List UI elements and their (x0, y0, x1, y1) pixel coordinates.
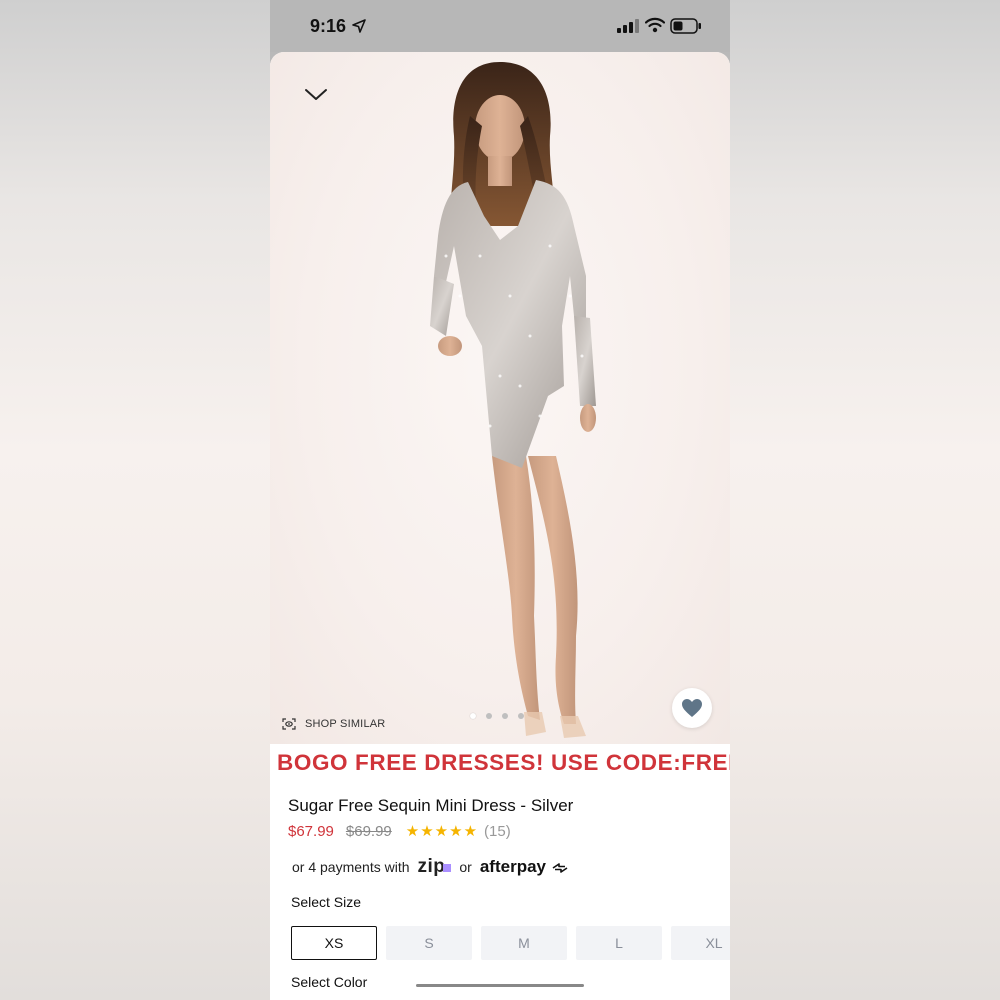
status-time: 9:16 (310, 16, 347, 36)
background-blur-left (0, 0, 270, 1000)
pagination-dot[interactable] (518, 713, 524, 719)
color-swatch-partial[interactable] (416, 984, 584, 987)
size-option-l[interactable]: L (576, 926, 662, 960)
wifi-icon (645, 17, 665, 33)
status-bar: 9:16 (270, 0, 730, 52)
gallery-pagination (470, 713, 524, 719)
signal-icon (617, 19, 639, 33)
favorite-button[interactable] (672, 688, 712, 728)
size-options: XS S M L XL (291, 926, 730, 960)
price-row: $67.99 $69.99 ★★★★★ (15) (288, 822, 511, 841)
original-price: $69.99 (345, 822, 392, 840)
phone-screen: 9:16 SHOP SIMILAR BOGO FREE DRESSES! USE… (270, 0, 730, 1000)
afterpay-arrows-icon (552, 862, 568, 873)
chevron-down-icon[interactable] (302, 84, 330, 106)
select-size-label: Select Size (291, 894, 362, 910)
pagination-dot[interactable] (502, 713, 508, 719)
location-arrow-icon (352, 19, 366, 33)
size-option-m[interactable]: M (481, 926, 567, 960)
camera-scan-icon (282, 718, 296, 730)
size-option-xs[interactable]: XS (291, 926, 377, 960)
select-color-label: Select Color (291, 974, 368, 990)
shop-similar-button[interactable]: SHOP SIMILAR (282, 714, 385, 734)
afterpay-logo[interactable]: afterpay (480, 857, 569, 877)
size-option-xl[interactable]: XL (671, 926, 730, 960)
pagination-dot-active[interactable] (470, 713, 476, 719)
battery-icon (670, 18, 701, 34)
payments-or: or (459, 859, 472, 875)
background-blur-right (730, 0, 1000, 1000)
product-sheet: SHOP SIMILAR BOGO FREE DRESSES! USE CODE… (270, 52, 730, 1000)
rating-stars[interactable]: ★★★★★ (406, 822, 478, 840)
installment-payments: or 4 payments with zip or afterpay (292, 856, 569, 878)
zip-logo[interactable]: zip (418, 856, 452, 878)
shop-similar-label: SHOP SIMILAR (305, 718, 386, 730)
promo-banner: BOGO FREE DRESSES! USE CODE:FREE (277, 750, 730, 775)
payments-prefix: or 4 payments with (292, 859, 410, 875)
heart-icon (682, 699, 702, 717)
size-option-s[interactable]: S (386, 926, 472, 960)
product-image-gallery[interactable]: SHOP SIMILAR (270, 52, 730, 744)
pagination-dot[interactable] (486, 713, 492, 719)
product-title: Sugar Free Sequin Mini Dress - Silver (288, 796, 574, 815)
review-count[interactable]: (15) (484, 823, 511, 840)
product-photo (430, 62, 596, 738)
sale-price: $67.99 (288, 822, 334, 840)
